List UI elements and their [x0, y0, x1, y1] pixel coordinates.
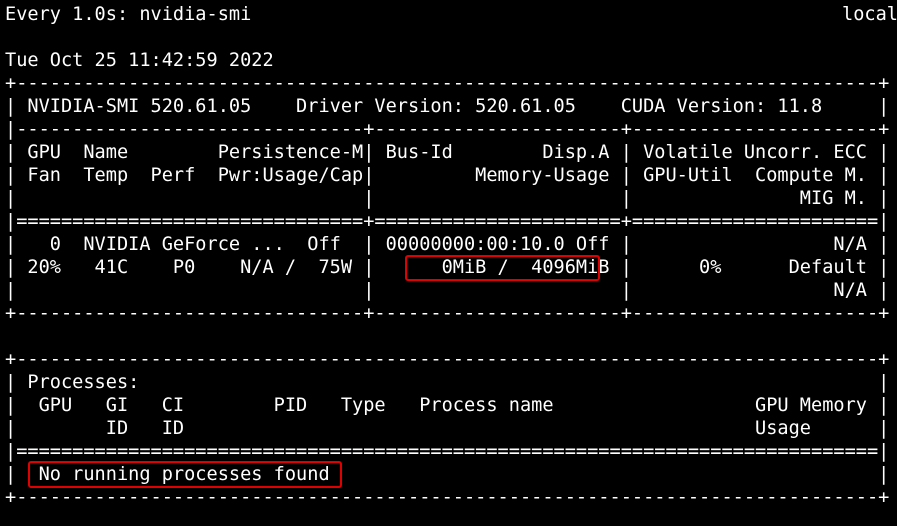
- processes-header-row-2: | ID ID Usage |: [5, 418, 890, 439]
- processes-border-bottom: +---------------------------------------…: [5, 487, 890, 508]
- processes-border-top: +---------------------------------------…: [5, 349, 890, 370]
- table-border-top: +---------------------------------------…: [5, 73, 890, 94]
- hostname-label: local: [842, 4, 897, 25]
- processes-separator: |=======================================…: [5, 441, 890, 462]
- header-separator: |===============================+=======…: [5, 211, 890, 232]
- gpu-header-row-2: | Fan Temp Perf Pwr:Usage/Cap| Memory-Us…: [5, 165, 890, 186]
- no-processes-highlight: [28, 461, 342, 488]
- smi-version-row: | NVIDIA-SMI 520.61.05 Driver Version: 5…: [5, 96, 890, 117]
- gpu-header-row-1: | GPU Name Persistence-M| Bus-Id Disp.A …: [5, 142, 890, 163]
- processes-header-row-1: | GPU GI CI PID Type Process name GPU Me…: [5, 395, 890, 416]
- watch-header: Every 1.0s: nvidia-smi: [5, 4, 252, 25]
- table-divider: |-------------------------------+-------…: [5, 119, 890, 140]
- gpu-data-row-3: | | | N/A |: [5, 280, 890, 301]
- gpu-data-row-1: | 0 NVIDIA GeForce ... Off | 00000000:00…: [5, 234, 890, 255]
- gpu-header-row-3: | | | MIG M. |: [5, 188, 890, 209]
- table-border-bottom: +-------------------------------+-------…: [5, 303, 890, 324]
- terminal-window[interactable]: Every 1.0s: nvidia-smi local Tue Oct 25 …: [0, 0, 897, 526]
- memory-usage-highlight: [405, 255, 600, 281]
- timestamp: Tue Oct 25 11:42:59 2022: [5, 50, 274, 71]
- processes-title: | Processes: |: [5, 372, 890, 393]
